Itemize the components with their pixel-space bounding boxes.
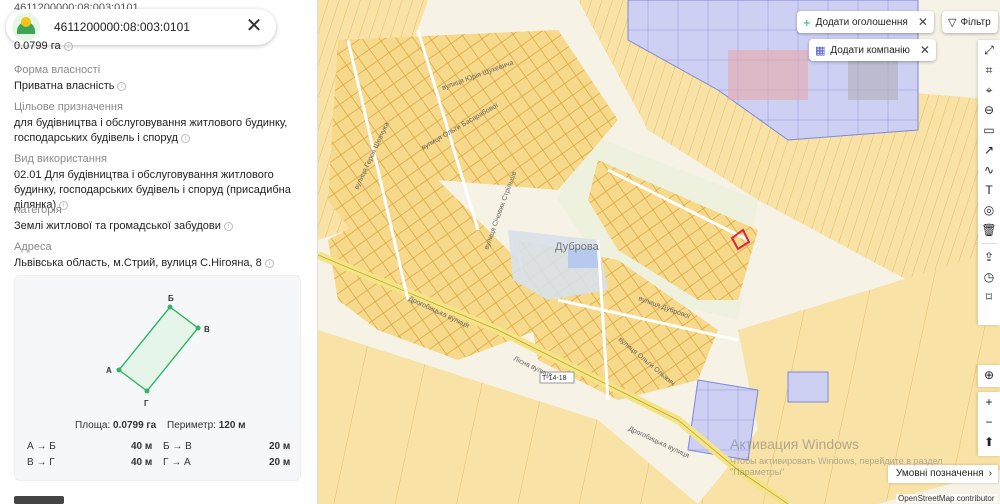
arrow-icon[interactable]: ↗ — [978, 140, 1000, 160]
plus-icon: + — [803, 14, 811, 30]
info-icon[interactable]: i — [223, 221, 233, 231]
circle-minus-icon[interactable]: ⊖ — [978, 100, 1000, 120]
vertex-g-dot — [144, 388, 150, 394]
add-listing-button[interactable]: + Додати оголошення ✕ — [797, 11, 934, 33]
purpose-value: для будівництва і обслуговування житлово… — [14, 117, 288, 144]
info-icon[interactable]: i — [63, 41, 73, 51]
info-icon[interactable]: i — [180, 133, 190, 143]
close-icon[interactable]: ✕ — [918, 15, 928, 29]
measure-area-icon[interactable]: ⌗ — [978, 60, 1000, 80]
perimeter-metric: Периметр: 120 м — [167, 420, 246, 431]
perimeter-label: Периметр: — [167, 420, 216, 431]
vertex-a-label: А — [106, 366, 112, 375]
area-metric: Площа: 0.0799 га — [75, 420, 156, 431]
field-label: Вид використання — [14, 153, 107, 165]
windows-activation-text: Чтобы активировать Windows, перейдите в … — [730, 456, 943, 477]
vertex-v-dot — [195, 325, 201, 331]
text-icon[interactable]: T — [978, 180, 1000, 200]
freehand-icon[interactable]: ∿ — [978, 160, 1000, 180]
field-value: Землі житлової та громадської забудови i — [14, 219, 304, 234]
add-listing-label: Додати оголошення — [815, 16, 908, 28]
area-summary: 0.0799 га i — [14, 40, 73, 52]
add-company-label: Додати компанію — [830, 44, 910, 56]
side-length: 40 м — [131, 457, 153, 468]
parcel-shape-card: А Б В Г Площа: 0.0799 га Периметр: 120 м… — [14, 275, 301, 481]
bookmark-icon[interactable]: ⌑ — [978, 287, 1000, 307]
map-attribution[interactable]: OpenStreetMap contributor — [896, 494, 997, 503]
vertex-b-dot — [167, 304, 173, 310]
drawing-toolbar: ⤢ ⌗ ⌖ ⊖ ▭ ↗ ∿ T ◎ 🗑 ⇪ ◷ ⌑ — [978, 40, 1000, 325]
info-icon[interactable]: i — [264, 258, 274, 268]
app-logo[interactable] — [12, 13, 40, 41]
field-address: Адреса Львівська область, м.Стрий, вулиц… — [14, 240, 304, 271]
perimeter-value: 120 м — [218, 420, 246, 431]
area-value: 0.0799 га — [113, 420, 157, 431]
area-label: Площа: — [75, 420, 111, 431]
section-heading-cutoff — [14, 490, 114, 504]
zoom-out-button[interactable]: − — [978, 412, 1000, 432]
field-value: Львівська область, м.Стрий, вулиця С.Ніг… — [14, 256, 304, 271]
side-name: А → Б — [27, 441, 56, 452]
add-company-button[interactable]: ▦ Додати компанію ✕ — [809, 39, 936, 61]
field-category: Категорія Землі житлової та громадської … — [14, 203, 304, 234]
side-length: 40 м — [131, 441, 153, 452]
side-name: Г → А — [163, 457, 191, 468]
side-length: 20 м — [269, 457, 291, 468]
vertex-a-dot — [116, 367, 122, 373]
rectangle-icon[interactable]: ▭ — [978, 120, 1000, 140]
compass-icon[interactable]: ⬆ — [978, 432, 1000, 452]
building — [728, 50, 808, 100]
parcel-polygon — [117, 306, 200, 392]
locate-icon[interactable]: ⊕ — [978, 365, 1000, 385]
side-name: Б → В — [163, 441, 192, 452]
zoom-in-button[interactable]: + — [978, 392, 1000, 412]
trash-icon[interactable]: 🗑 — [978, 220, 1000, 240]
side-lengths: А → Б 40 м Б → В 20 м В → Г 40 м Г → А 2… — [27, 441, 292, 473]
field-value: для будівництва і обслуговування житлово… — [14, 116, 304, 146]
pin-icon[interactable]: ⌖ — [978, 80, 1000, 100]
share-icon[interactable]: ⇪ — [978, 247, 1000, 267]
address-value: Львівська область, м.Стрий, вулиця С.Ніг… — [14, 257, 262, 269]
field-label: Форма власності — [14, 64, 101, 76]
field-ownership: Форма власності Приватна власність i — [14, 63, 304, 94]
vertex-g-label: Г — [144, 399, 149, 408]
measure-line-icon[interactable]: ⤢ — [978, 40, 1000, 60]
field-label: Категорія — [14, 204, 62, 216]
vertex-b-label: Б — [168, 294, 174, 303]
close-icon[interactable]: ✕ — [920, 43, 930, 57]
cadastral-map[interactable]: Дуброва Т-14-18 Дрогобицька вулиця Дрого… — [318, 0, 1000, 504]
field-label: Адреса — [14, 241, 52, 253]
ownership-value: Приватна власність — [14, 80, 115, 92]
locate-control: ⊕ — [978, 365, 1000, 387]
field-purpose: Цільове призначення для будівництва і об… — [14, 100, 304, 146]
zoom-control: + − ⬆ — [978, 392, 1000, 456]
info-icon[interactable]: i — [117, 81, 127, 91]
windows-activation-title: Активация Windows — [730, 436, 860, 452]
building-icon: ▦ — [815, 44, 826, 57]
cadastral-number: 4611200000:08:003:0101 — [54, 20, 190, 34]
building — [848, 60, 898, 100]
vertex-v-label: В — [204, 325, 210, 334]
field-value: Приватна власність i — [14, 79, 304, 94]
parcel-info-panel: 4611200000:08:003:0101 4611200000:08:003… — [0, 0, 318, 504]
filter-icon: ▽ — [948, 16, 957, 29]
filter-button[interactable]: ▽ Фільтр — [942, 11, 998, 33]
side-row: А → Б 40 м Б → В 20 м — [27, 441, 292, 457]
marker-icon[interactable]: ◎ — [978, 200, 1000, 220]
area-summary-value: 0.0799 га — [14, 40, 61, 52]
side-row: В → Г 40 м Г → А 20 м — [27, 457, 292, 473]
close-icon[interactable]: ✕ — [242, 15, 266, 39]
category-value: Землі житлової та громадської забудови — [14, 220, 221, 232]
toolbar-divider — [981, 243, 997, 244]
chevron-right-icon: › — [988, 468, 992, 479]
side-name: В → Г — [27, 457, 55, 468]
building — [787, 371, 829, 403]
field-label: Цільове призначення — [14, 101, 123, 113]
side-length: 20 м — [269, 441, 291, 452]
filter-label: Фільтр — [960, 16, 991, 28]
village-label: Дуброва — [555, 241, 600, 253]
history-icon[interactable]: ◷ — [978, 267, 1000, 287]
map-canvas[interactable]: Дуброва Т-14-18 Дрогобицька вулиця Дрого… — [318, 0, 1000, 504]
